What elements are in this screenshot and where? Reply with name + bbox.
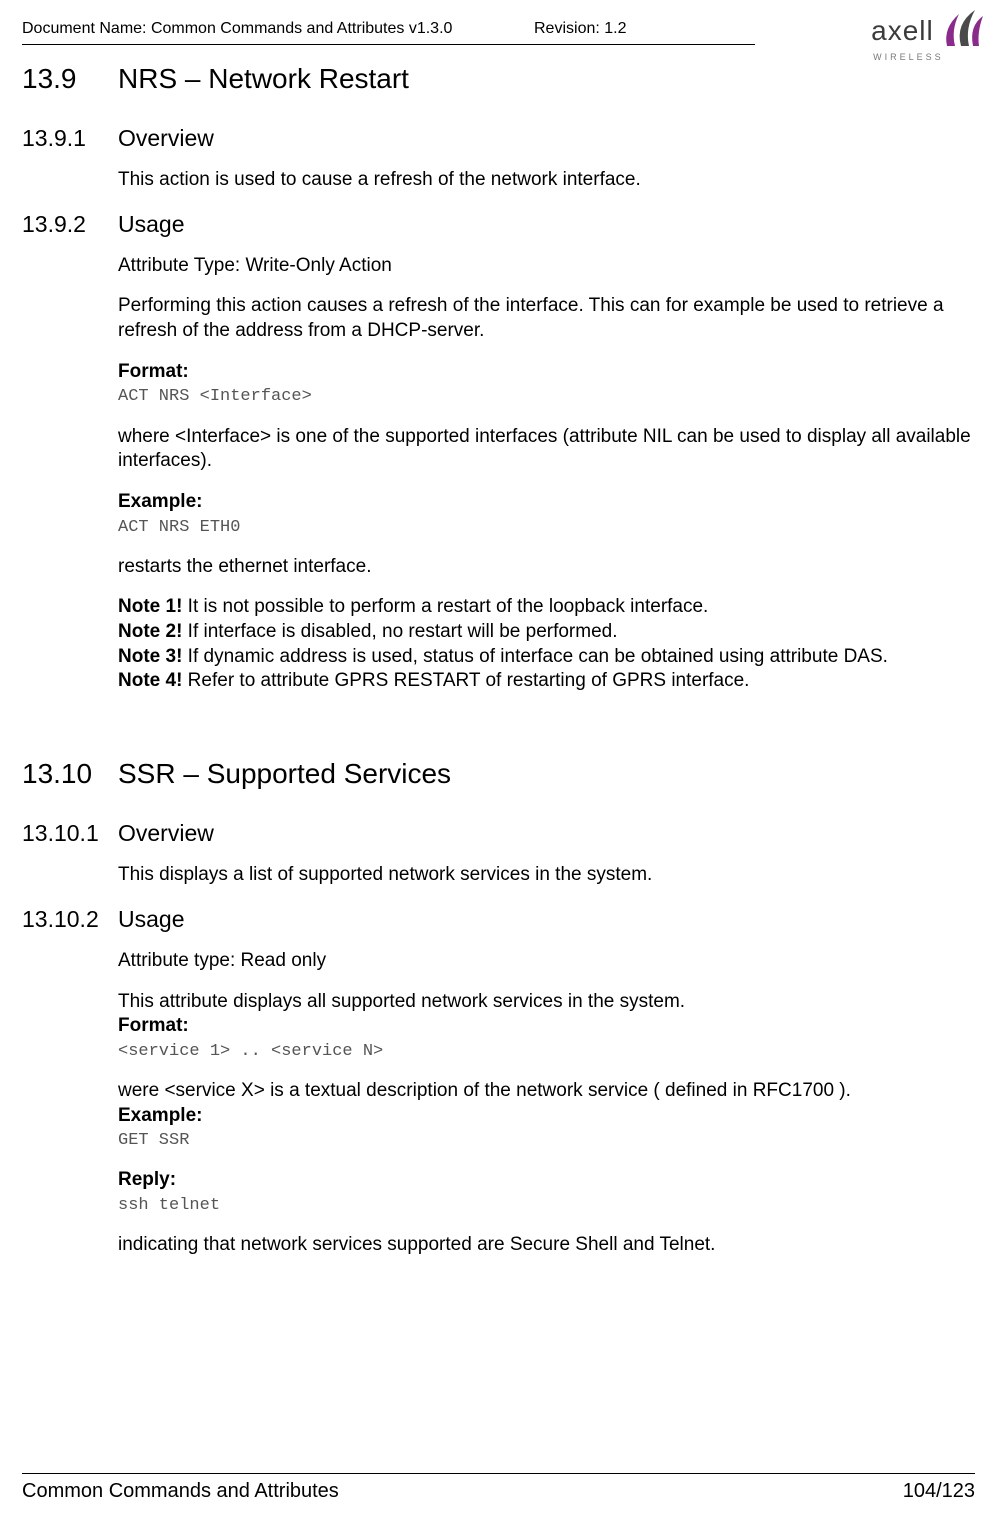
- section-title: SSR – Supported Services: [118, 758, 451, 790]
- logo-swoosh-icon: [941, 6, 985, 56]
- footer-title: Common Commands and Attributes: [22, 1480, 339, 1503]
- section-title: NRS – Network Restart: [118, 63, 409, 95]
- format-code: ACT NRS <Interface>: [118, 386, 975, 408]
- subsection-title: Usage: [118, 211, 184, 238]
- example-label: Example:: [118, 1104, 975, 1129]
- subsection-title: Overview: [118, 125, 214, 152]
- note-2: Note 2! If interface is disabled, no res…: [118, 620, 975, 645]
- example-code: GET SSR: [118, 1130, 975, 1152]
- body-text: This displays a list of supported networ…: [118, 863, 975, 888]
- document-name: Document Name: Common Commands and Attri…: [22, 20, 534, 38]
- note-4: Note 4! Refer to attribute GPRS RESTART …: [118, 669, 975, 694]
- format-label: Format:: [118, 1014, 975, 1039]
- subsection-number: 13.10.1: [22, 820, 118, 847]
- reply-code: ssh telnet: [118, 1195, 975, 1217]
- example-label: Example:: [118, 490, 975, 515]
- example-code: ACT NRS ETH0: [118, 517, 975, 539]
- body-text: where <Interface> is one of the supporte…: [118, 425, 975, 474]
- reply-label: Reply:: [118, 1168, 975, 1193]
- note-3: Note 3! If dynamic address is used, stat…: [118, 645, 975, 670]
- body-text: restarts the ethernet interface.: [118, 555, 975, 580]
- subsection-number: 13.10.2: [22, 906, 118, 933]
- revision: Revision: 1.2: [534, 20, 754, 38]
- body-text: Performing this action causes a refresh …: [118, 294, 975, 343]
- body-text: indicating that network services support…: [118, 1233, 975, 1258]
- header-divider: [22, 44, 755, 45]
- logo: axell WIRELESS: [871, 6, 985, 62]
- note-1: Note 1! It is not possible to perform a …: [118, 595, 975, 620]
- format-label: Format:: [118, 360, 975, 385]
- subsection-number: 13.9.1: [22, 125, 118, 152]
- body-text: were <service X> is a textual descriptio…: [118, 1079, 975, 1104]
- section-number: 13.9: [22, 63, 118, 95]
- format-code: <service 1> .. <service N>: [118, 1041, 975, 1063]
- page-number: 104/123: [903, 1480, 975, 1503]
- section-number: 13.10: [22, 758, 118, 790]
- subsection-number: 13.9.2: [22, 211, 118, 238]
- footer-divider: [22, 1473, 975, 1474]
- body-text: This attribute displays all supported ne…: [118, 990, 975, 1015]
- body-text: This action is used to cause a refresh o…: [118, 168, 975, 193]
- subsection-title: Overview: [118, 820, 214, 847]
- subsection-title: Usage: [118, 906, 184, 933]
- attribute-type: Attribute Type: Write-Only Action: [118, 254, 975, 279]
- logo-text: axell: [871, 15, 934, 47]
- attribute-type: Attribute type: Read only: [118, 949, 975, 974]
